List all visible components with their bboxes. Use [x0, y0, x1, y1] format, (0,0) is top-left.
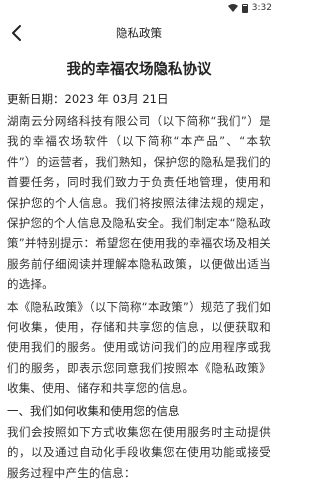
chevron-left-icon[interactable] — [8, 23, 28, 43]
paragraph-scope: 本《隐私政策》（以下简称“本政策”）规范了我们如何收集，使用，存储和共享您的信息… — [7, 299, 271, 396]
status-bar: 3:32 — [0, 0, 278, 18]
update-date: 更新日期：2023 年 03月 21日 — [7, 92, 169, 106]
battery-icon — [241, 3, 248, 13]
document-title: 我的幸福农场隐私协议 — [66, 62, 212, 78]
wifi-icon — [227, 4, 238, 12]
paragraph-collection: 我们会按照如下方式收集您在使用服务时主动提供的，以及通过自动化手段收集您在使用功… — [7, 424, 271, 480]
paragraph-intro: 湖南云分网络科技有限公司（以下简称“我们”）是我的幸福农场软件（以下简称“本产品… — [7, 114, 271, 292]
privacy-document: 我的幸福农场隐私协议 更新日期：2023 年 03月 21日 湖南云分网络科技有… — [0, 58, 278, 483]
section-heading: 一、我们如何收集和使用您的信息 — [7, 403, 180, 418]
app-header: 隐私政策 — [0, 18, 278, 48]
status-time: 3:32 — [251, 3, 272, 13]
page-title: 隐私政策 — [116, 26, 162, 40]
status-icons: 3:32 — [227, 3, 272, 13]
